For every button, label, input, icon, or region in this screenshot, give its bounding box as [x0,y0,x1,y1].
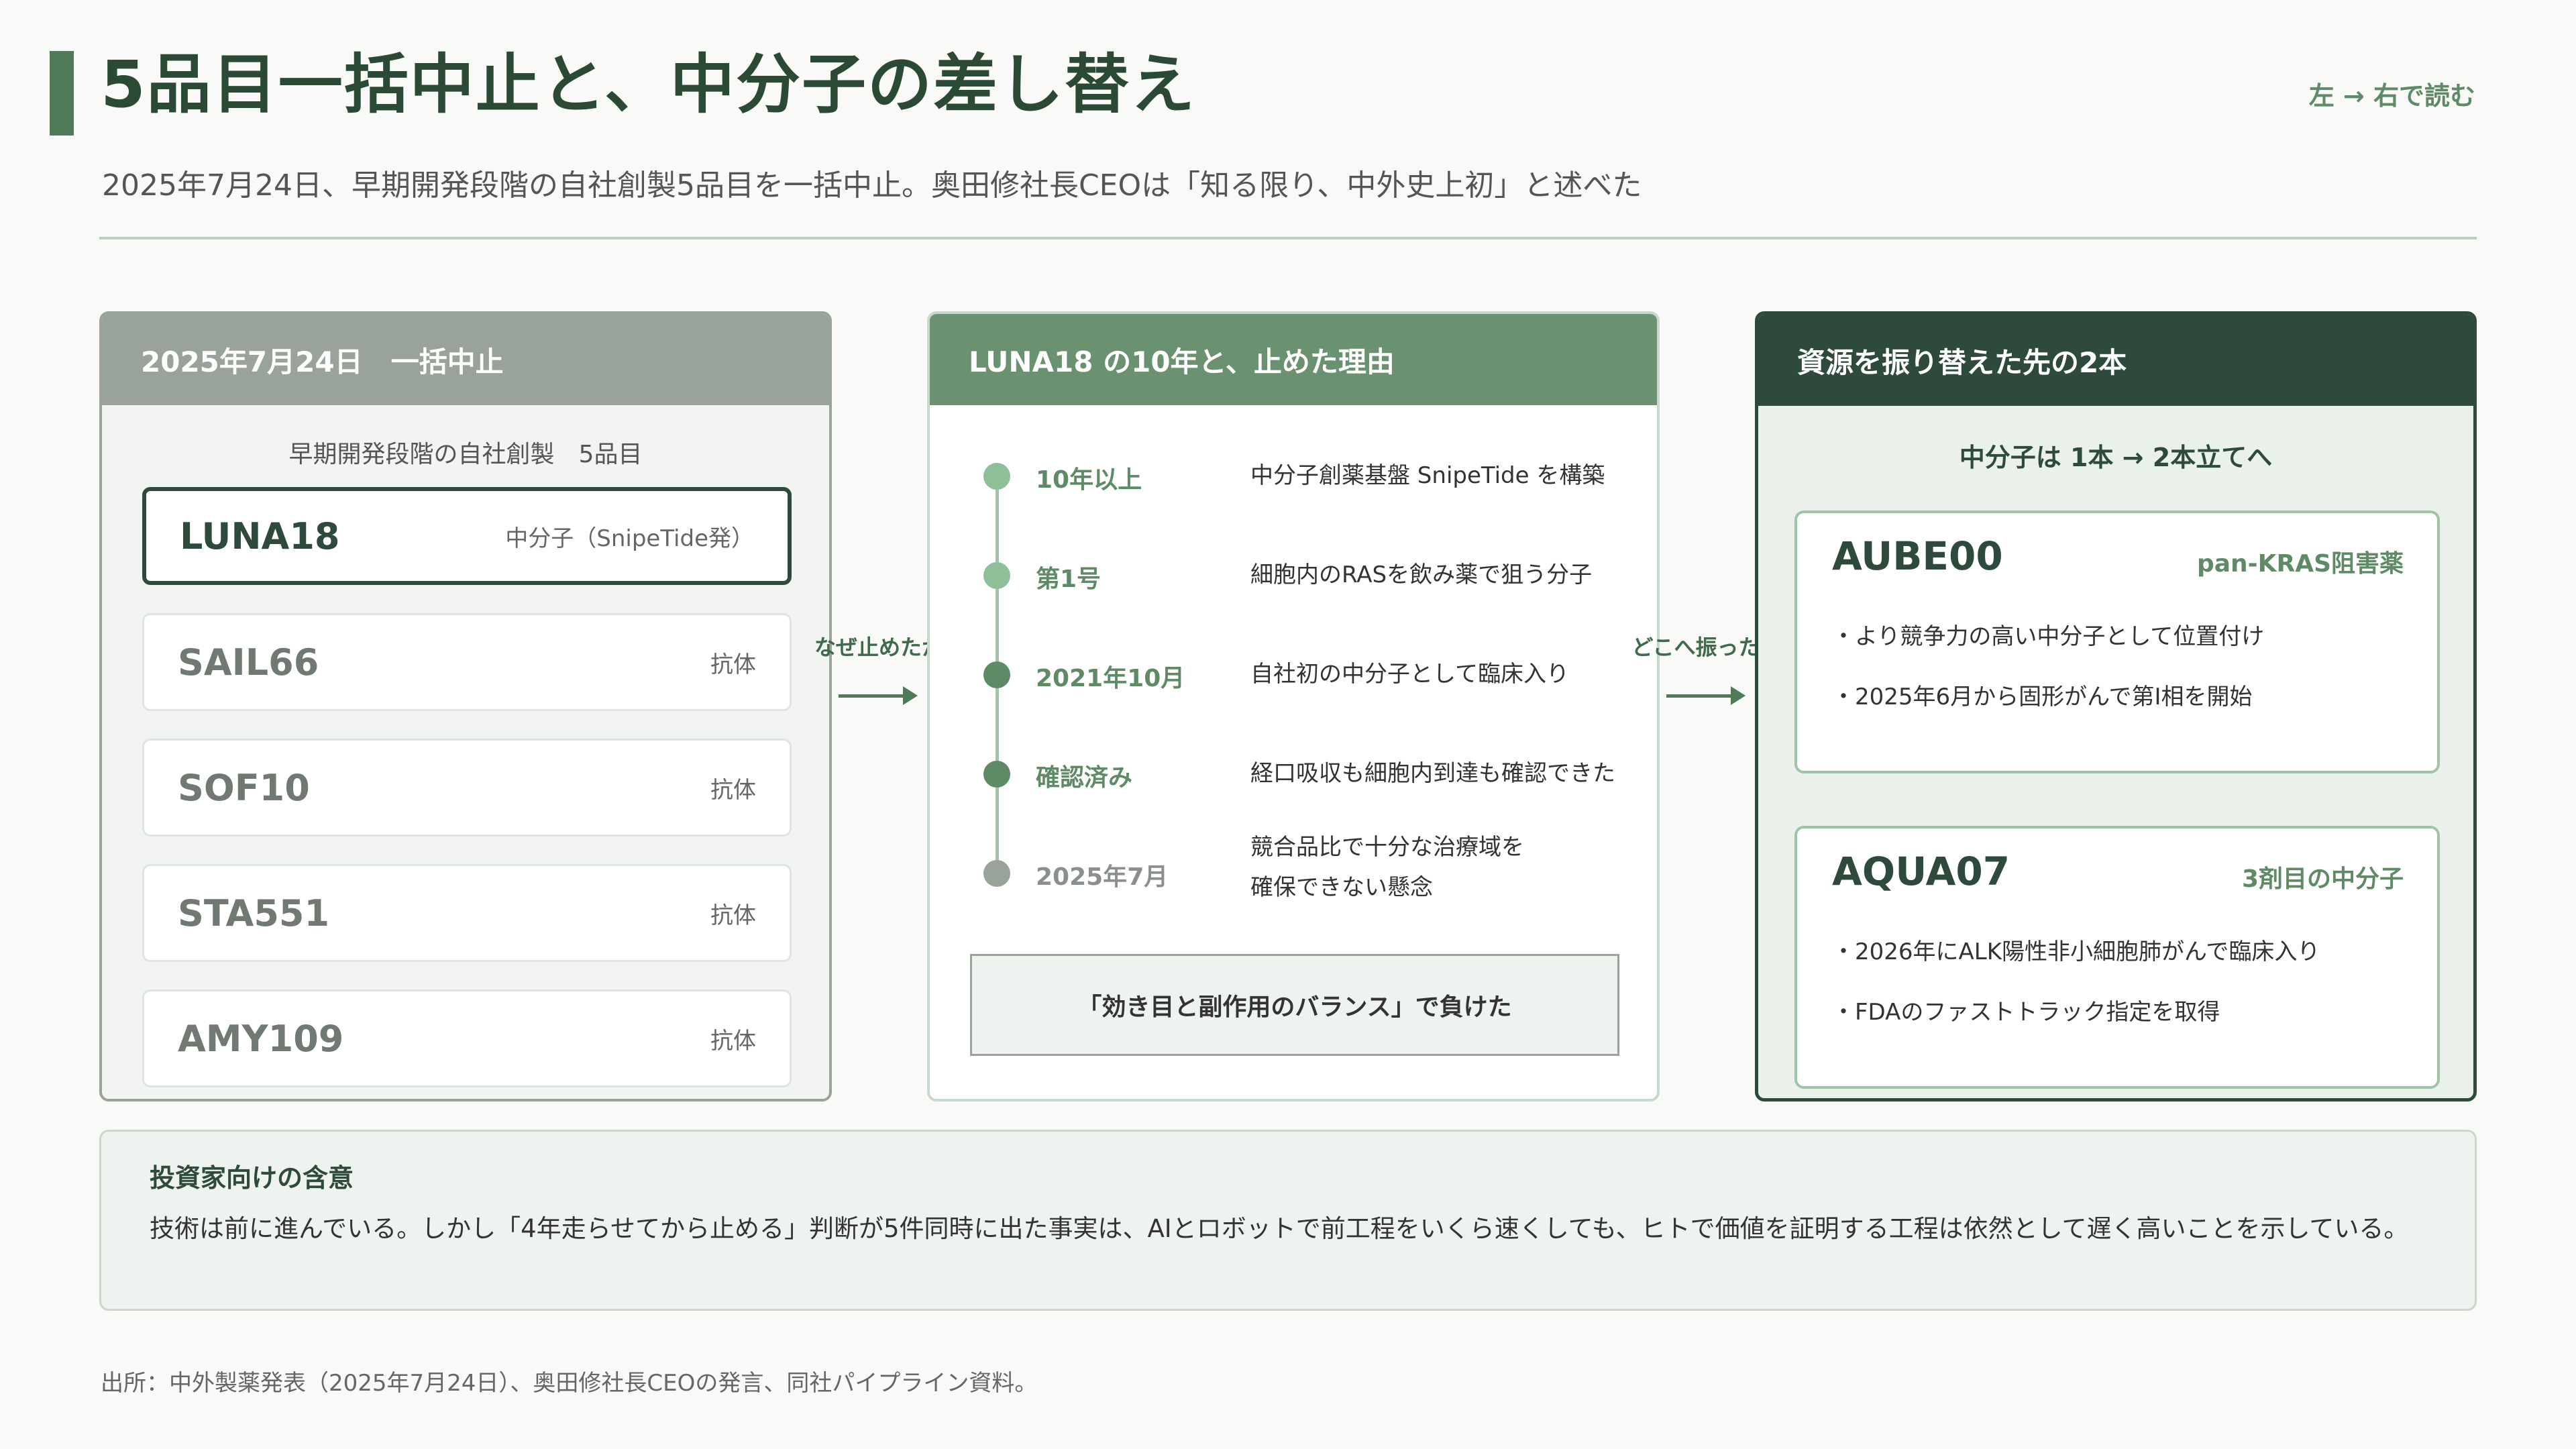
candidate-name: AUBE00 [1832,533,2003,579]
pipeline-item-amy109: AMY109 抗体 [142,989,792,1087]
timeline-dot [983,661,1010,688]
arrow-right-icon [839,686,919,705]
conclusion-quote: 「効き目と副作用のバランス」で負けた [970,954,1619,1056]
candidate-bullet: ・より競争力の高い中分子として位置付け [1832,623,2265,650]
candidate-bullet: ・2025年6月から固形がんで第Ⅰ相を開始 [1832,684,2253,710]
pipeline-item-luna18: LUNA18 中分子（SnipeTide発） [142,487,792,585]
header-divider [99,237,2477,239]
panel-header: 2025年7月24日 一括中止 [102,314,829,405]
timeline-text: 中分子創薬基盤 SnipeTide を構築 [1250,462,1605,489]
candidate-card-aube00: AUBE00 pan-KRAS阻害薬 ・より競争力の高い中分子として位置付け ・… [1794,511,2440,773]
implication-title: 投資家向けの含意 [150,1163,354,1193]
page-title: 5品目一括中止と、中分子の差し替え [101,47,1196,122]
investor-implication-box: 投資家向けの含意 技術は前に進んでいる。しかし「4年走らせてから止める」判断が5… [99,1130,2477,1311]
implication-body: 技術は前に進んでいる。しかし「4年走らせてから止める」判断が5件同時に出た事実は… [150,1214,2409,1243]
read-direction-hint: 左 → 右で読む [2308,81,2475,111]
timeline-dot [983,860,1010,887]
candidate-tag: 3剤目の中分子 [2241,865,2404,893]
source-note: 出所：中外製薬発表（2025年7月24日）、奥田修社長CEOの発言、同社パイプラ… [101,1370,1038,1397]
candidate-bullet: ・2026年にALK陽性非小細胞肺がんで臨床入り [1832,938,2320,965]
item-name: SOF10 [178,766,310,809]
timeline-text-line: 確保できない懸念 [1250,873,1433,901]
pipeline-item-sail66: SAIL66 抗体 [142,613,792,711]
item-name: SAIL66 [178,641,319,684]
item-type: 抗体 [710,1027,756,1055]
timeline-label: 確認済み [1036,764,1133,792]
timeline-text: 自社初の中分子として臨床入り [1250,661,1569,688]
title-accent-bar [50,51,74,136]
item-name: AMY109 [178,1017,344,1060]
item-type: 抗体 [710,776,756,804]
panel-subtitle: 早期開発段階の自社創製 5品目 [288,441,643,468]
pipeline-item-sta551: STA551 抗体 [142,864,792,962]
item-type: 抗体 [710,651,756,678]
timeline-label: 第1号 [1036,566,1102,593]
page-subtitle: 2025年7月24日、早期開発段階の自社創製5品目を一括中止。奥田修社長CEOは… [102,168,1642,203]
candidate-tag: pan-KRAS阻害薬 [2196,550,2404,578]
panel-halted-pipeline: 2025年7月24日 一括中止 早期開発段階の自社創製 5品目 LUNA18 中… [99,311,832,1102]
timeline-text: 経口吸収も細胞内到達も確認できた [1250,760,1615,787]
connector-label-why: なぜ止めたか [814,635,943,660]
timeline-text-line: 競合品比で十分な治療域を [1250,834,1524,861]
panel-subtitle: 中分子は 1本 → 2本立てへ [1959,443,2273,472]
panel-header: 資源を振り替えた先の2本 [1758,315,2473,406]
timeline-text: 細胞内のRASを飲み薬で狙う分子 [1250,561,1593,588]
item-type: 抗体 [710,902,756,929]
candidate-name: AQUA07 [1832,849,2010,894]
panel-header: LUNA18 の10年と、止めた理由 [930,314,1657,405]
candidate-card-aqua07: AQUA07 3剤目の中分子 ・2026年にALK陽性非小細胞肺がんで臨床入り … [1794,826,2440,1089]
pipeline-item-sof10: SOF10 抗体 [142,739,792,837]
timeline-text: 競合品比で十分な治療域を 確保できない懸念 [1250,828,1524,908]
item-type: 中分子（SnipeTide発） [505,525,754,552]
item-name: LUNA18 [180,515,340,557]
arrow-right-icon [1666,686,1747,705]
panel-reallocation: 資源を振り替えた先の2本 中分子は 1本 → 2本立てへ AUBE00 pan-… [1755,311,2477,1102]
timeline-dot [983,761,1010,788]
item-name: STA551 [178,892,330,934]
candidate-bullet: ・FDAのファストトラック指定を取得 [1832,999,2220,1026]
timeline-label: 2025年7月 [1036,863,1169,891]
timeline-label: 10年以上 [1036,466,1142,494]
timeline-dot [983,562,1010,589]
timeline-label: 2021年10月 [1036,665,1185,692]
timeline-dot [983,463,1010,490]
panel-luna18-history: LUNA18 の10年と、止めた理由 10年以上 中分子創薬基盤 SnipeTi… [927,311,1660,1102]
